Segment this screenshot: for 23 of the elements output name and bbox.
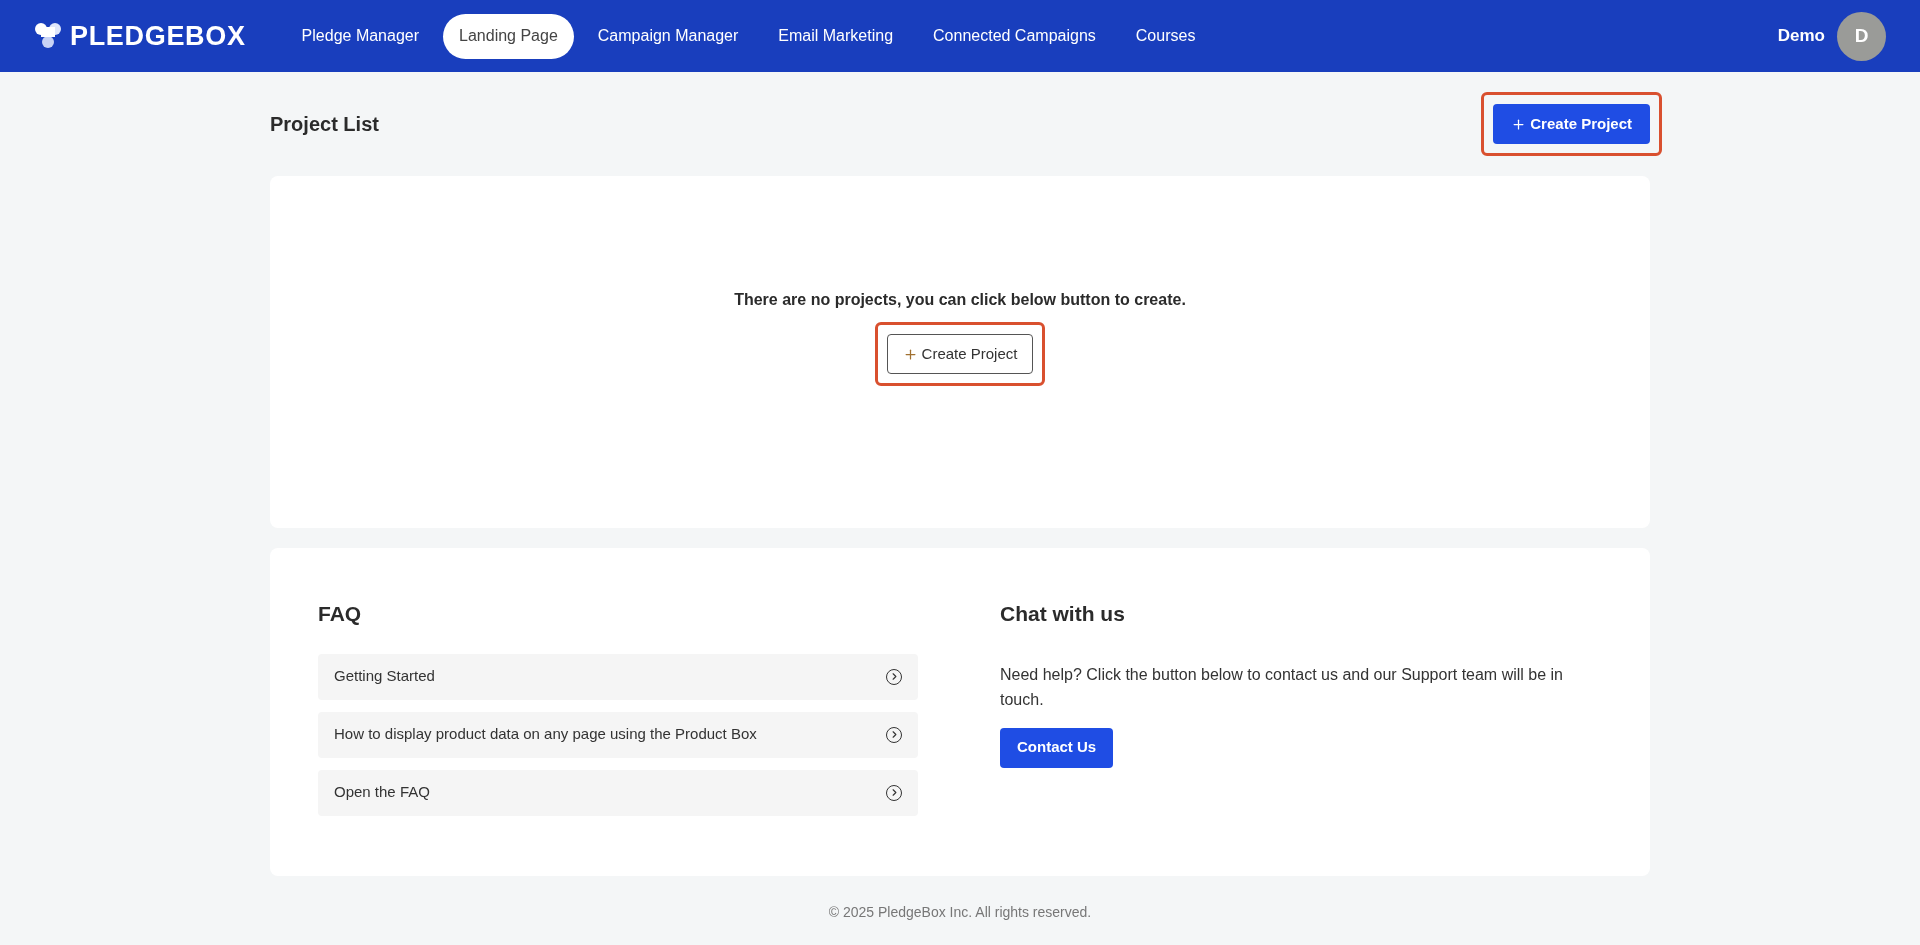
nav-tab[interactable]: Campaign Manager bbox=[581, 13, 755, 59]
page-title: Project List bbox=[270, 112, 379, 137]
faq-title: FAQ bbox=[318, 601, 363, 627]
logo-text: PLEDGEBOX bbox=[70, 19, 246, 53]
user-name: Demo bbox=[1777, 25, 1825, 48]
chat-text: Need help? Click the button below to contact us and our Support team will be in touch. bbox=[1000, 664, 1564, 710]
faq-item[interactable]: Open the FAQ bbox=[318, 769, 918, 816]
nav-tab[interactable]: Connected Campaigns bbox=[917, 13, 1112, 59]
faq-item[interactable]: How to display product data on any page using the Product Box bbox=[318, 711, 918, 758]
plus-icon bbox=[1511, 116, 1527, 132]
logo-icon bbox=[34, 22, 62, 50]
nav-tab[interactable]: Courses bbox=[1119, 13, 1212, 59]
chat-title: Chat with us bbox=[1000, 601, 1126, 627]
contact-button[interactable]: Contact Us bbox=[1000, 727, 1114, 768]
plus-icon bbox=[902, 346, 918, 362]
nav-tab[interactable]: Pledge Manager bbox=[285, 13, 436, 59]
copyright-text: © 2025 PledgeBox Inc. All rights reserved. bbox=[827, 903, 1093, 922]
nav-tab[interactable]: Email Marketing bbox=[762, 13, 910, 59]
create-project-button[interactable]: Create Project bbox=[886, 334, 1034, 374]
nav-tab[interactable]: Landing Page bbox=[443, 13, 574, 59]
empty-message: There are no projects, you can click below button to create. bbox=[734, 290, 1186, 310]
create-project-button[interactable]: Create Project bbox=[1493, 104, 1650, 144]
faq-item[interactable]: Getting Started bbox=[318, 653, 918, 700]
